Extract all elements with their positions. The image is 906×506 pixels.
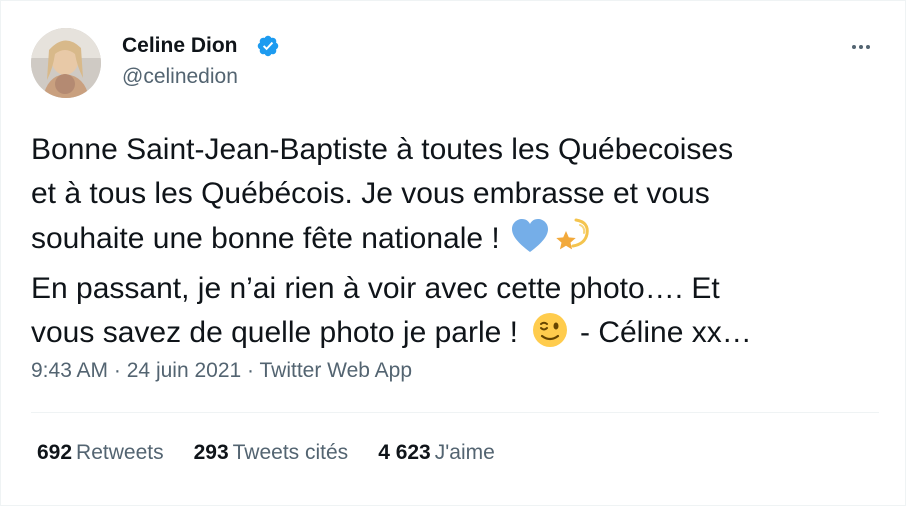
likes-label: J'aime bbox=[434, 441, 495, 464]
more-options-icon[interactable] bbox=[847, 37, 875, 57]
avatar-image bbox=[31, 28, 101, 98]
tweet-text-segment: vous savez de quelle photo je parle ! bbox=[31, 316, 518, 349]
tweet-text-line: souhaite une bonne fête nationale ! bbox=[31, 216, 881, 267]
blue-heart-icon bbox=[510, 218, 550, 267]
tweet-time[interactable]: 9:43 AM bbox=[31, 359, 108, 382]
dizzy-star-icon bbox=[554, 216, 592, 267]
meta-separator: · bbox=[247, 359, 255, 382]
tweet-text-segment: - Céline xx… bbox=[580, 316, 752, 349]
quotes-label: Tweets cités bbox=[232, 441, 349, 464]
verified-badge-icon bbox=[257, 35, 279, 57]
tweet-date[interactable]: 24 juin 2021 bbox=[127, 359, 241, 382]
tweet-text-line: et à tous les Québécois. Je vous embrass… bbox=[31, 177, 710, 210]
tweet-text-line: vous savez de quelle photo je parle ! - C… bbox=[31, 311, 881, 361]
likes-stat[interactable]: 4 623 J'aime bbox=[378, 441, 495, 465]
tweet-source[interactable]: Twitter Web App bbox=[260, 359, 413, 382]
author-display-name[interactable]: Celine Dion bbox=[122, 34, 238, 58]
quotes-count: 293 bbox=[193, 441, 229, 464]
avatar[interactable] bbox=[31, 28, 101, 98]
tweet-text-line: Bonne Saint-Jean-Baptiste à toutes les Q… bbox=[31, 133, 734, 166]
winking-face-icon bbox=[532, 312, 568, 361]
tweet-stats: 692 Retweets 293 Tweets cités 4 623 J'aime bbox=[37, 441, 495, 465]
likes-count: 4 623 bbox=[378, 441, 431, 464]
author-handle[interactable]: @celinedion bbox=[122, 65, 238, 89]
retweets-stat[interactable]: 692 Retweets bbox=[37, 441, 164, 465]
retweets-label: Retweets bbox=[76, 441, 164, 464]
retweets-count: 692 bbox=[37, 441, 73, 464]
tweet-text: Bonne Saint-Jean-Baptiste à toutes les Q… bbox=[31, 128, 881, 361]
tweet-meta: 9:43 AM · 24 juin 2021 · Twitter Web App bbox=[31, 359, 412, 383]
tweet-card: Celine Dion @celinedion Bonne Saint-Jean… bbox=[0, 0, 906, 506]
divider bbox=[31, 412, 879, 413]
meta-separator: · bbox=[113, 359, 121, 382]
tweet-text-segment: souhaite une bonne fête nationale ! bbox=[31, 222, 500, 255]
tweet-text-line: En passant, je n’ai rien à voir avec cet… bbox=[31, 272, 720, 305]
quotes-stat[interactable]: 293 Tweets cités bbox=[194, 441, 349, 465]
